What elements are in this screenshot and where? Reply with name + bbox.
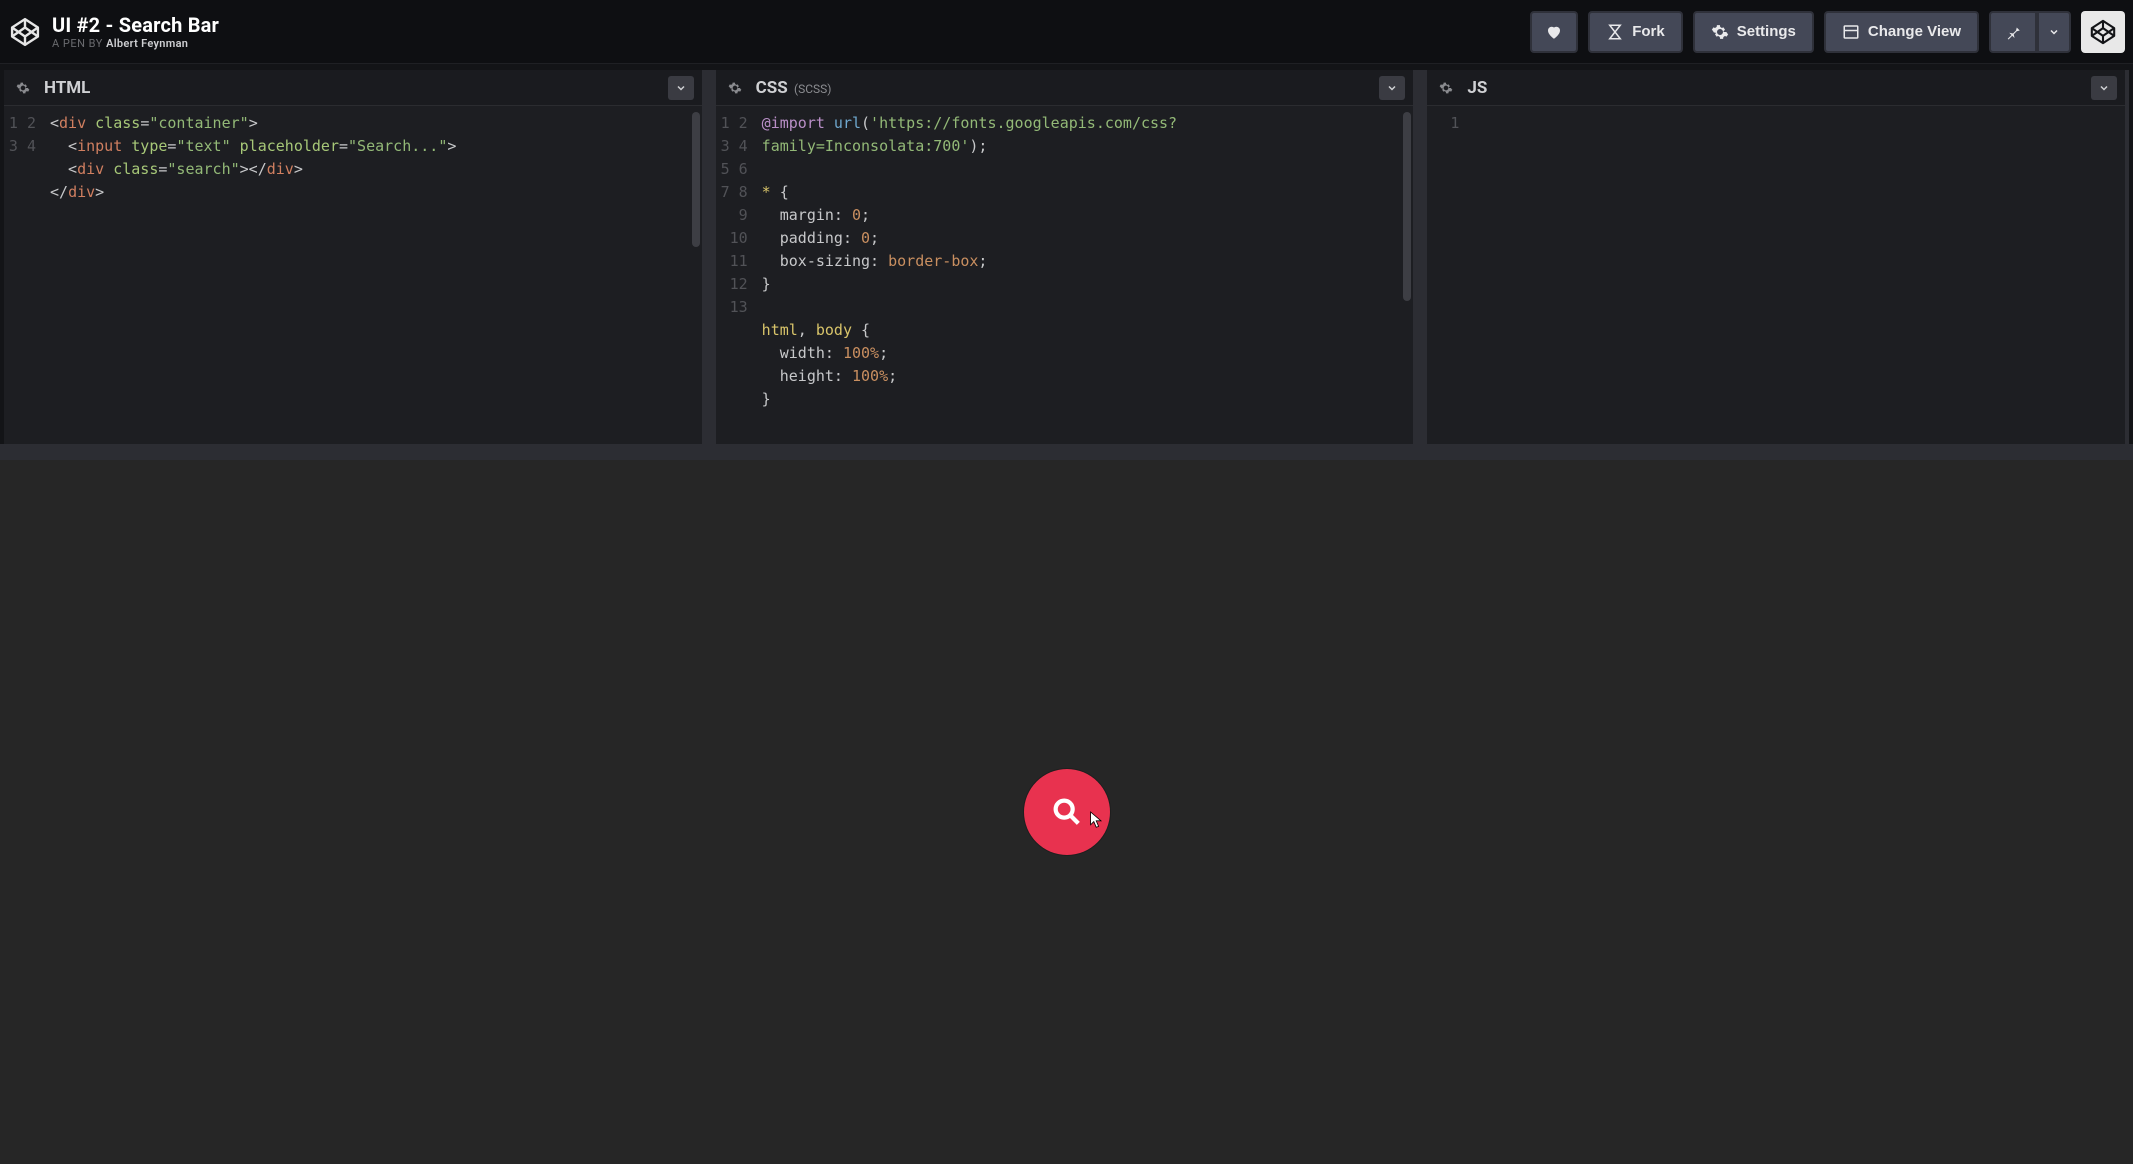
heart-icon	[1545, 23, 1563, 41]
gear-icon	[728, 81, 742, 95]
code-html[interactable]: <div class="container"> <input type="tex…	[46, 106, 702, 444]
fork-icon	[1606, 23, 1624, 41]
topbar-actions: Fork Settings Change View	[1530, 11, 2125, 53]
search-button[interactable]	[1024, 769, 1110, 855]
codepen-logo-icon[interactable]	[10, 17, 40, 47]
author-link[interactable]: Albert Feynman	[106, 37, 188, 50]
chevron-down-icon	[2048, 26, 2060, 38]
code-css[interactable]: @import url('https://fonts.googleapis.co…	[758, 106, 1414, 444]
pane-settings-html[interactable]	[12, 77, 34, 99]
chevron-down-icon	[2098, 82, 2110, 94]
pin-icon	[2004, 23, 2022, 41]
pen-byline: A PEN BY Albert Feynman	[52, 37, 219, 50]
output-preview[interactable]	[0, 460, 2133, 1164]
pane-css: CSS (SCSS) 1 2 3 4 5 6 7 8 9 10 11 12 13…	[716, 70, 1428, 444]
topbar: UI #2 - Search Bar A PEN BY Albert Feynm…	[0, 0, 2133, 64]
chevron-down-icon	[675, 82, 687, 94]
byline-prefix: A PEN BY	[52, 37, 106, 50]
change-view-label: Change View	[1868, 23, 1961, 40]
pane-collapse-css[interactable]	[1379, 76, 1405, 100]
settings-button[interactable]: Settings	[1693, 11, 1814, 53]
heart-button[interactable]	[1530, 11, 1578, 53]
layout-icon	[1842, 23, 1860, 41]
profile-button[interactable]	[2081, 11, 2125, 53]
pane-settings-js[interactable]	[1435, 77, 1457, 99]
pane-js: JS 1	[1427, 70, 2129, 444]
pane-header-css: CSS (SCSS)	[716, 70, 1414, 106]
pin-button[interactable]	[1989, 11, 2037, 53]
chevron-down-icon	[1386, 82, 1398, 94]
editor-js[interactable]: 1	[1427, 106, 2125, 444]
pane-header-js: JS	[1427, 70, 2125, 106]
pen-title[interactable]: UI #2 - Search Bar	[52, 13, 219, 37]
pane-title-html: HTML	[44, 78, 90, 98]
change-view-button[interactable]: Change View	[1824, 11, 1979, 53]
pane-html: HTML 1 2 3 4 <div class="container"> <in…	[4, 70, 716, 444]
pane-settings-css[interactable]	[724, 77, 746, 99]
scrollbar-css[interactable]	[1403, 112, 1411, 301]
editor-html[interactable]: 1 2 3 4 <div class="container"> <input t…	[4, 106, 702, 444]
pane-title-css-text: CSS	[756, 78, 788, 98]
fork-button[interactable]: Fork	[1588, 11, 1683, 53]
fork-label: Fork	[1632, 23, 1665, 40]
pane-title-css: CSS (SCSS)	[756, 78, 832, 98]
codepen-avatar-icon	[2090, 19, 2116, 45]
editor-css[interactable]: 1 2 3 4 5 6 7 8 9 10 11 12 13 @import ur…	[716, 106, 1414, 444]
vertical-resizer[interactable]	[0, 444, 2133, 460]
gear-icon	[1711, 23, 1729, 41]
gear-icon	[16, 81, 30, 95]
scrollbar-html[interactable]	[692, 112, 700, 247]
pane-title-js: JS	[1467, 78, 1487, 98]
search-icon	[1050, 795, 1084, 829]
pane-collapse-js[interactable]	[2091, 76, 2117, 100]
pane-subtitle-css: (SCSS)	[794, 82, 831, 96]
pin-dropdown-button[interactable]	[2037, 11, 2071, 53]
pane-header-html: HTML	[4, 70, 702, 106]
editors-row: HTML 1 2 3 4 <div class="container"> <in…	[0, 64, 2133, 444]
settings-label: Settings	[1737, 23, 1796, 40]
gutter-html: 1 2 3 4	[4, 106, 46, 444]
pin-button-group	[1989, 11, 2071, 53]
gutter-css: 1 2 3 4 5 6 7 8 9 10 11 12 13	[716, 106, 758, 444]
gear-icon	[1439, 81, 1453, 95]
title-block: UI #2 - Search Bar A PEN BY Albert Feynm…	[52, 13, 219, 50]
pane-collapse-html[interactable]	[668, 76, 694, 100]
code-js[interactable]	[1469, 106, 2125, 444]
gutter-js: 1	[1427, 106, 1469, 444]
